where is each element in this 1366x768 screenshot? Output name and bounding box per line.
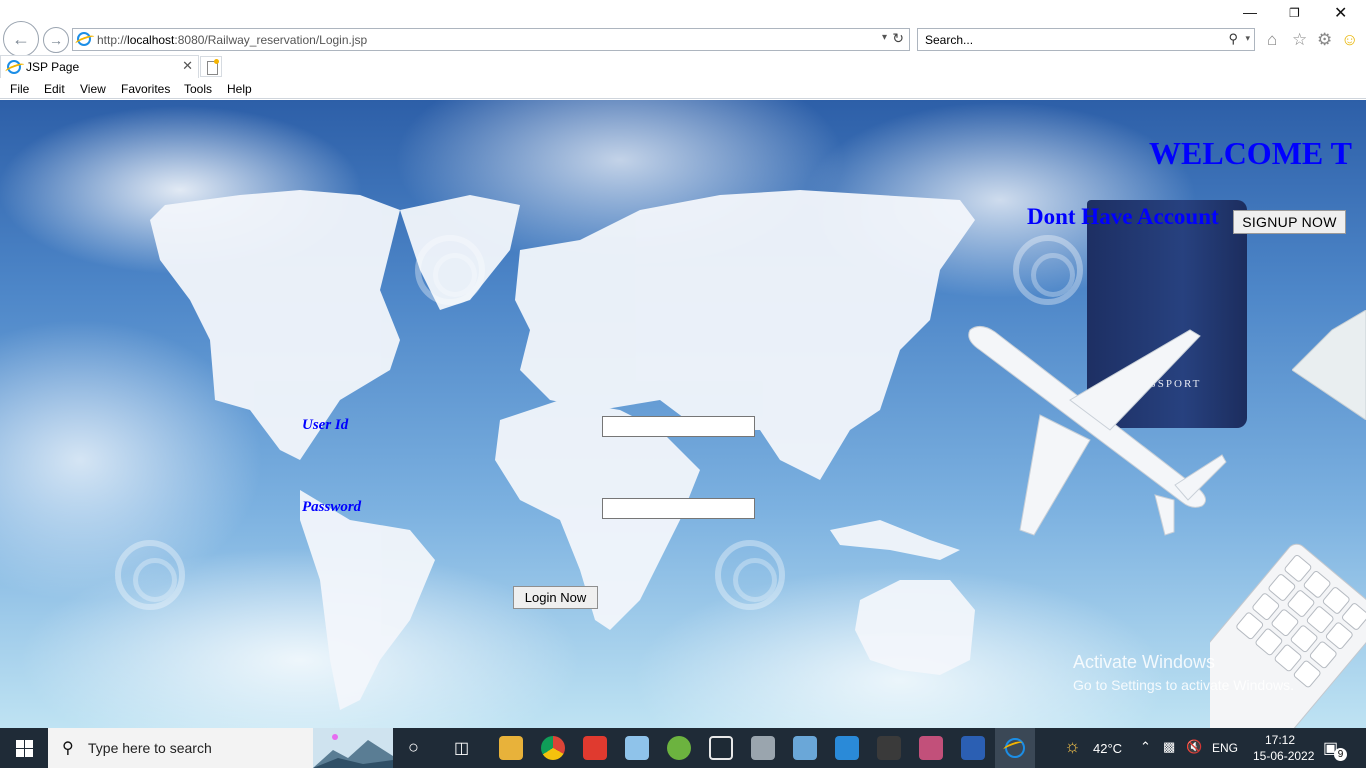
forward-button[interactable]: →: [43, 27, 69, 53]
box-app-icon[interactable]: [625, 736, 649, 760]
word-icon[interactable]: [961, 736, 985, 760]
weather-temp[interactable]: 42°C: [1093, 741, 1122, 756]
menu-edit[interactable]: Edit: [44, 82, 65, 96]
minimize-icon[interactable]: —: [1243, 4, 1257, 20]
network-app-icon[interactable]: [793, 736, 817, 760]
vscode-icon[interactable]: [835, 736, 859, 760]
feedback-smiley-icon[interactable]: ☺: [1341, 30, 1358, 50]
taskbar-search[interactable]: ⚲ Type here to search: [48, 728, 393, 768]
forward-arrow-icon: →: [49, 32, 63, 48]
cortana-icon[interactable]: ○: [408, 737, 419, 758]
search-icon[interactable]: ⚲: [1228, 31, 1238, 47]
eclipse-monitor-icon[interactable]: [709, 736, 733, 760]
internet-explorer-icon: [1005, 738, 1025, 758]
password-label: Password: [302, 499, 362, 515]
language-indicator[interactable]: ENG: [1212, 741, 1238, 755]
browser-tab[interactable]: JSP Page ✕: [0, 55, 199, 78]
watermark-logo: [1013, 235, 1083, 305]
volume-muted-icon[interactable]: 🔇: [1186, 739, 1202, 755]
welcome-heading: WELCOME T: [1149, 135, 1352, 171]
address-url: http://localhost:8080/Railway_reservatio…: [97, 33, 368, 47]
favorites-star-icon[interactable]: ☆: [1292, 30, 1307, 50]
key-app-icon[interactable]: [919, 736, 943, 760]
no-account-text: Dont Have Account: [1027, 204, 1219, 229]
start-button[interactable]: [0, 728, 48, 768]
browser-chrome: ← → http://localhost:8080/Railway_reserv…: [0, 0, 1366, 100]
login-button[interactable]: Login Now: [513, 586, 598, 609]
keyboard-image: [1210, 543, 1366, 728]
back-arrow-icon: ←: [12, 28, 30, 49]
activate-windows-subtitle: Go to Settings to activate Windows.: [1073, 677, 1294, 693]
search-dropdown-icon[interactable]: ▾: [1245, 33, 1250, 44]
address-bar[interactable]: http://localhost:8080/Railway_reservatio…: [72, 28, 910, 51]
activate-windows-watermark: Activate Windows Go to Settings to activ…: [1073, 652, 1294, 693]
ie-taskbar-active[interactable]: [995, 728, 1035, 768]
clock-time[interactable]: 17:12: [1265, 733, 1295, 747]
ie-tab-icon: [7, 60, 21, 74]
airplane-image: [968, 326, 1227, 536]
search-icon: ⚲: [62, 740, 74, 757]
clock-date[interactable]: 15-06-2022: [1253, 749, 1314, 763]
user-id-label: User Id: [302, 417, 349, 433]
back-button[interactable]: ←: [3, 21, 39, 57]
settings-gear-icon[interactable]: ⚙: [1317, 30, 1332, 50]
chrome-icon[interactable]: [541, 736, 565, 760]
calculator-icon[interactable]: [751, 736, 775, 760]
new-tab-button[interactable]: [200, 56, 222, 77]
close-window-icon[interactable]: ✕: [1334, 3, 1347, 23]
notebook-image: [1292, 310, 1366, 420]
chevron-up-icon[interactable]: ⌃: [1140, 739, 1151, 755]
ie-page-icon: [77, 32, 91, 46]
network-icon[interactable]: ▩: [1163, 739, 1175, 755]
search-highlight-icon: [313, 728, 393, 768]
task-view-icon[interactable]: ◫: [454, 738, 469, 758]
menu-bar: File Edit View Favorites Tools Help: [0, 78, 1366, 99]
git-app-icon[interactable]: [583, 736, 607, 760]
home-icon[interactable]: ⌂: [1267, 30, 1277, 50]
menu-view[interactable]: View: [80, 82, 106, 96]
weather-icon[interactable]: ☼: [1064, 736, 1081, 757]
menu-tools[interactable]: Tools: [184, 82, 212, 96]
watermark-logo: [115, 540, 185, 610]
refresh-icon[interactable]: ↻: [892, 30, 904, 47]
watermark-logo: [715, 540, 785, 610]
signup-button[interactable]: SIGNUP NOW: [1233, 210, 1346, 234]
tab-title: JSP Page: [26, 60, 80, 74]
browser-search-placeholder: Search...: [925, 33, 974, 47]
windows-taskbar: ⚲ Type here to search ○ ◫ ☼ 42°C ⌃ ▩ 🔇 E…: [0, 728, 1366, 768]
tool-app-icon[interactable]: [877, 736, 901, 760]
close-tab-icon[interactable]: ✕: [182, 58, 193, 74]
address-dropdown-icon[interactable]: ▾: [882, 32, 887, 43]
taskbar-search-placeholder: Type here to search: [88, 740, 212, 756]
password-input[interactable]: [602, 498, 755, 519]
menu-file[interactable]: File: [10, 82, 29, 96]
activate-windows-title: Activate Windows: [1073, 652, 1216, 672]
user-id-input[interactable]: [602, 416, 755, 437]
file-explorer-icon[interactable]: [499, 736, 523, 760]
dreamweaver-icon[interactable]: [667, 736, 691, 760]
watermark-logo: [415, 235, 485, 305]
menu-help[interactable]: Help: [227, 82, 252, 96]
notification-count-badge: 9: [1334, 748, 1347, 761]
browser-search-box[interactable]: Search... ⚲ ▾: [917, 28, 1255, 51]
windows-logo-icon: [15, 739, 33, 757]
menu-favorites[interactable]: Favorites: [121, 82, 170, 96]
login-page: PASSPORT WELCOME T Dont Have Account SIG…: [0, 100, 1366, 728]
restore-icon[interactable]: ❐: [1289, 6, 1300, 20]
